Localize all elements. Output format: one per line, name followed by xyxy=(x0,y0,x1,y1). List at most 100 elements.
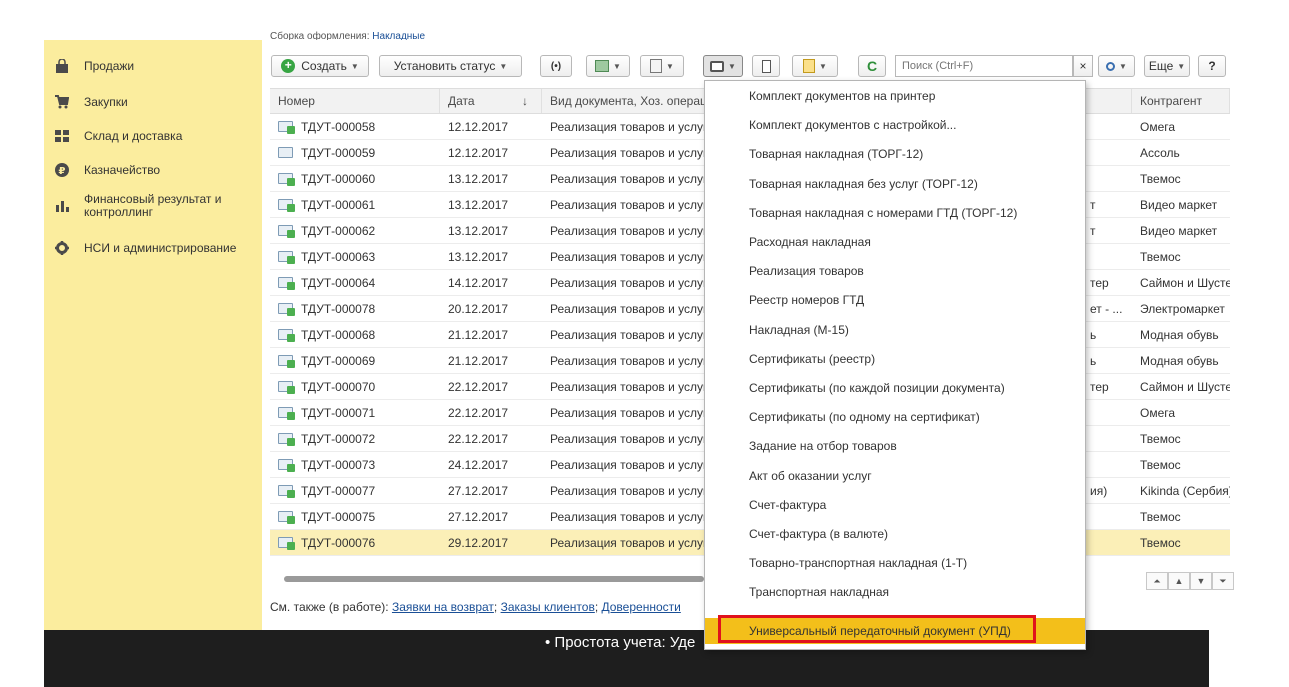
more-button[interactable]: Еще ▼ xyxy=(1144,55,1190,77)
posted-document-icon xyxy=(278,225,295,238)
next-page-icon[interactable]: ▼ xyxy=(1190,572,1212,590)
header-cutoff-link[interactable]: Накладные xyxy=(372,31,425,40)
cell-date: 22.12.2017 xyxy=(448,380,509,394)
set-status-button[interactable]: Установить статус ▼ xyxy=(379,55,522,77)
warehouse-icon xyxy=(54,128,70,144)
sidebar-item-sales[interactable]: Продажи xyxy=(44,58,262,74)
document-icon xyxy=(278,147,293,158)
horizontal-scrollbar[interactable] xyxy=(270,571,710,587)
cell-date: 20.12.2017 xyxy=(448,302,509,316)
create-button[interactable]: + Создать ▼ xyxy=(271,55,369,77)
cell-number: ТДУТ-000059 xyxy=(270,140,440,166)
attachment-icon xyxy=(803,59,816,73)
exchange-button[interactable]: (•) xyxy=(540,55,572,77)
sidebar-item-purchases[interactable]: Закупки xyxy=(44,94,262,110)
sidebar-item-treasury[interactable]: ₽ Казначейство xyxy=(44,162,262,178)
posted-document-icon xyxy=(278,303,295,316)
see-also: См. также (в работе): Заявки на возврат;… xyxy=(270,600,681,614)
first-page-icon[interactable]: ⏶ xyxy=(1146,572,1168,590)
report-button[interactable] xyxy=(752,55,780,77)
related-docs-button[interactable]: ▼ xyxy=(640,55,684,77)
cell-number: ТДУТ-000078 xyxy=(270,296,440,322)
sidebar-item-warehouse[interactable]: Склад и доставка xyxy=(44,128,262,144)
report-icon xyxy=(761,59,771,73)
cell-date: 27.12.2017 xyxy=(448,484,509,498)
help-button[interactable]: ? xyxy=(1198,55,1226,77)
last-page-icon[interactable]: ⏷ xyxy=(1212,572,1234,590)
print-button[interactable]: ▼ xyxy=(703,55,743,77)
cell-date: 24.12.2017 xyxy=(448,458,509,472)
print-menu-item[interactable]: Задание на отбор товаров xyxy=(705,433,1085,459)
posted-document-icon xyxy=(278,381,295,394)
refresh-button[interactable]: C xyxy=(858,55,886,77)
cell-contractor: Модная обувь xyxy=(1140,328,1219,342)
cart-icon xyxy=(54,94,70,110)
cell-contractor: Видео маркет xyxy=(1140,224,1218,238)
print-menu-item[interactable]: Товарно-транспортная накладная (1-Т) xyxy=(705,550,1085,576)
search-input[interactable] xyxy=(896,56,1056,76)
print-menu-item[interactable]: Счет-фактура xyxy=(705,492,1085,518)
column-header-date[interactable]: Дата ↓ xyxy=(440,89,542,113)
column-header-contractor[interactable]: Контрагент xyxy=(1132,89,1230,113)
close-icon: × xyxy=(1079,59,1087,73)
posted-document-icon xyxy=(278,355,295,368)
print-menu-item[interactable]: Товарная накладная (ТОРГ-12) xyxy=(705,141,1085,167)
link-orders[interactable]: Заказы клиентов xyxy=(501,600,595,614)
sort-down-icon: ↓ xyxy=(522,94,528,108)
cell-contractor: Электромаркет xyxy=(1140,302,1225,316)
cell-partial xyxy=(1082,244,1132,270)
cell-contractor: Саймон и Шустер xyxy=(1140,380,1230,394)
cell-partial: ия) xyxy=(1090,484,1108,498)
chevron-down-icon: ▼ xyxy=(1119,61,1127,71)
cell-partial: тер xyxy=(1090,276,1109,290)
cell-partial xyxy=(1082,114,1132,140)
link-proxies[interactable]: Доверенности xyxy=(602,600,681,614)
print-menu-item[interactable]: Комплект документов с настройкой... xyxy=(705,112,1085,138)
cell-partial xyxy=(1082,530,1132,556)
print-menu-item[interactable]: Расходная накладная xyxy=(705,229,1085,255)
posted-document-icon xyxy=(278,121,295,134)
print-menu-item[interactable]: Счет-фактура (в валюте) xyxy=(705,521,1085,547)
search-icon xyxy=(1106,61,1116,71)
cell-contractor: Твемос xyxy=(1140,536,1181,550)
cell-number: ТДУТ-000058 xyxy=(270,114,440,140)
print-menu-item[interactable]: Сертификаты (по одному на сертификат) xyxy=(705,404,1085,430)
cell-number: ТДУТ-000063 xyxy=(270,244,440,270)
cell-contractor: Твемос xyxy=(1140,510,1181,524)
prev-page-icon[interactable]: ▲ xyxy=(1168,572,1190,590)
documents-icon xyxy=(650,59,663,73)
refresh-icon: C xyxy=(866,58,878,74)
sidebar-item-finance[interactable]: Финансовый результат и контроллинг xyxy=(44,193,262,219)
print-menu-item[interactable]: Товарная накладная с номерами ГТД (ТОРГ-… xyxy=(705,200,1085,226)
cell-date: 29.12.2017 xyxy=(448,536,509,550)
cell-partial: т xyxy=(1090,224,1096,238)
cell-partial: ь xyxy=(1090,328,1097,342)
clear-search-button[interactable]: × xyxy=(1073,55,1093,77)
link-returns[interactable]: Заявки на возврат xyxy=(392,600,494,614)
cell-date: 27.12.2017 xyxy=(448,510,509,524)
print-menu-item[interactable]: Накладная (М-15) xyxy=(705,317,1085,343)
cell-number: ТДУТ-000076 xyxy=(270,530,440,556)
scrollbar-thumb[interactable] xyxy=(284,576,704,582)
column-header-number[interactable]: Номер xyxy=(270,89,440,113)
print-menu-item[interactable]: Сертификаты (по каждой позиции документа… xyxy=(705,375,1085,401)
print-menu-item[interactable]: Реализация товаров xyxy=(705,258,1085,284)
cell-number: ТДУТ-000077 xyxy=(270,478,440,504)
print-menu-item[interactable]: Комплект документов на принтер xyxy=(705,83,1085,109)
posted-document-icon xyxy=(278,199,295,212)
attachments-button[interactable]: ▼ xyxy=(792,55,838,77)
print-menu-item[interactable]: Акт об оказании услуг xyxy=(705,463,1085,489)
cell-contractor: Твемос xyxy=(1140,432,1181,446)
print-menu-item[interactable]: Транспортная накладная xyxy=(705,579,1085,605)
cell-number: ТДУТ-000069 xyxy=(270,348,440,374)
based-on-button[interactable]: ▼ xyxy=(586,55,630,77)
chart-bars-icon xyxy=(54,198,70,214)
sidebar: Продажи Закупки Склад и доставка ₽ Казна… xyxy=(44,40,262,630)
search-button[interactable]: ▼ xyxy=(1098,55,1135,77)
plus-circle-icon: + xyxy=(281,59,296,73)
print-menu-item[interactable]: Сертификаты (реестр) xyxy=(705,346,1085,372)
cell-partial xyxy=(1082,400,1132,426)
print-menu-item[interactable]: Реестр номеров ГТД xyxy=(705,287,1085,313)
print-menu-item[interactable]: Товарная накладная без услуг (ТОРГ-12) xyxy=(705,171,1085,197)
sidebar-item-admin[interactable]: НСИ и администрирование xyxy=(44,240,262,256)
